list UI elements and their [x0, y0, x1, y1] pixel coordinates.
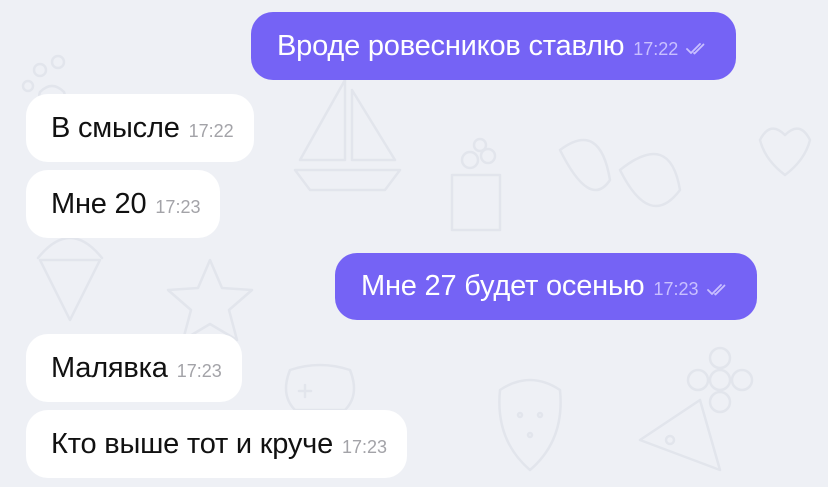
message-time: 17:23 — [176, 360, 222, 381]
message-text: Вроде ровесников ставлю — [277, 29, 625, 62]
incoming-message-3[interactable]: Малявка 17:23 — [26, 334, 242, 402]
outgoing-message-1[interactable]: Вроде ровесников ставлю 17:22 — [251, 12, 737, 80]
message-time: 17:23 — [155, 196, 201, 217]
incoming-message-2[interactable]: Мне 20 17:23 — [26, 170, 221, 238]
message-time: 17:23 — [653, 279, 699, 299]
double-check-icon — [686, 42, 708, 56]
message-text: В смысле — [51, 111, 180, 144]
message-time: 17:22 — [633, 38, 679, 59]
message-text: Мне 27 будет осенью — [361, 270, 645, 302]
message-time: 17:23 — [342, 436, 388, 457]
outgoing-message-2[interactable]: Мне 27 будет осенью 17:23 — [335, 253, 757, 320]
message-text: Мне 20 — [51, 187, 147, 220]
incoming-message-1[interactable]: В смысле 17:22 — [26, 94, 254, 162]
incoming-message-4[interactable]: Кто выше тот и круче 17:23 — [26, 410, 408, 478]
message-text: Малявка — [51, 351, 168, 384]
message-time: 17:22 — [188, 120, 234, 141]
message-text: Кто выше тот и круче — [51, 427, 334, 460]
double-check-icon — [706, 283, 729, 297]
